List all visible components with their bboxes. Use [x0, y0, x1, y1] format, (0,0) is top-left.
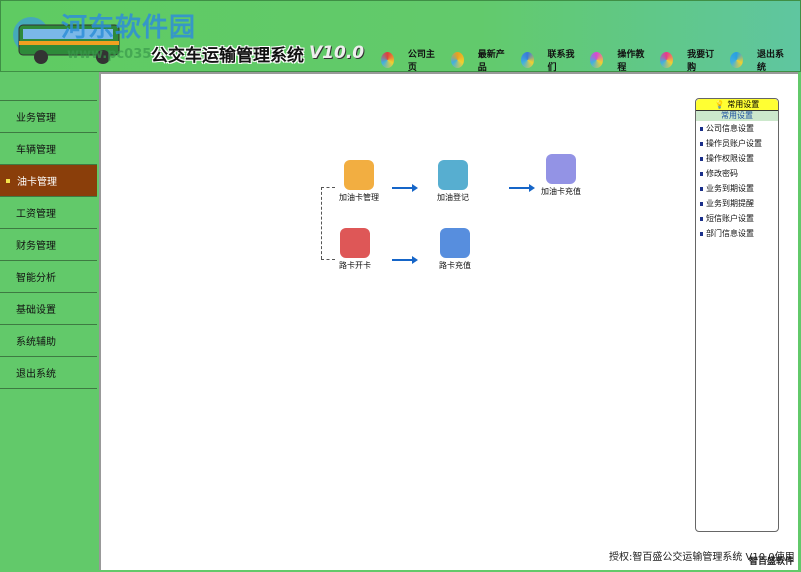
car-icon: [438, 160, 468, 190]
nav-item[interactable]: 公司主页: [381, 47, 437, 73]
nav-item[interactable]: 退出系统: [730, 47, 786, 73]
flow-node[interactable]: 加油卡充值: [541, 154, 581, 197]
panel-link[interactable]: 部门信息设置: [696, 226, 778, 241]
bullet-icon: [700, 216, 703, 221]
active-marker-icon: [6, 178, 10, 183]
common-settings-panel: 💡 常用设置 常用设置 公司信息设置 操作员账户设置 操作权限设置 修改密码 业务到期设…: [695, 98, 779, 532]
sidebar-item[interactable]: 业务管理: [0, 101, 97, 133]
flow-arrow: [509, 184, 535, 192]
link-icon: [520, 52, 534, 68]
nav-item[interactable]: 最新产品: [450, 47, 507, 73]
notepad-icon: [546, 154, 576, 184]
panel-link[interactable]: 公司信息设置: [696, 121, 778, 136]
footer-brand: 智百盛软件: [749, 557, 795, 567]
top-nav: 公司主页 最新产品 联系我们 操作教程 我要订购 退出系统: [381, 47, 800, 73]
flow-arrow: [392, 256, 418, 264]
sidebar-item[interactable]: 车辆管理: [0, 133, 97, 165]
flow-node[interactable]: 路卡开卡: [339, 228, 371, 271]
panel-subtitle: 常用设置: [696, 111, 778, 121]
flow-node[interactable]: 路卡充值: [439, 228, 471, 271]
color-wheel-icon: [660, 52, 674, 68]
panel-link[interactable]: 短信账户设置: [696, 211, 778, 226]
coins-icon: [344, 160, 374, 190]
flow-arrow: [392, 184, 418, 192]
calendar-icon: [340, 228, 370, 258]
panel-link[interactable]: 修改密码: [696, 166, 778, 181]
panel-link[interactable]: 操作员账户设置: [696, 136, 778, 151]
star-icon: [590, 52, 604, 68]
sidebar-item[interactable]: 财务管理: [0, 229, 97, 261]
sidebar: 业务管理 车辆管理 油卡管理 工资管理 财务管理 智能分析 基础设置 系统辅助 退出系统: [0, 100, 97, 389]
flow-node[interactable]: 加油卡管理: [339, 160, 379, 203]
bullet-icon: [700, 141, 703, 146]
bullet-icon: [700, 126, 703, 131]
bullet-icon: [700, 186, 703, 191]
lightbulb-icon: 💡: [714, 100, 725, 109]
flower-icon: [450, 52, 464, 68]
panel-title: 💡 常用设置: [696, 99, 778, 111]
search-icon: [730, 52, 743, 68]
nav-item[interactable]: 我要订购: [660, 47, 716, 73]
sidebar-item[interactable]: 基础设置: [0, 293, 97, 325]
panel-link[interactable]: 业务到期设置: [696, 181, 778, 196]
pen-icon: [440, 228, 470, 258]
flow-node[interactable]: 加油登记: [437, 160, 469, 203]
bullet-icon: [700, 171, 703, 176]
panel-link[interactable]: 业务到期提醒: [696, 196, 778, 211]
watermark: 河东软件园: [61, 13, 197, 43]
header: 河东软件园 www.pc0359.cn 公交车运输管理系统 V10.0 公司主页…: [0, 0, 801, 73]
main-panel: 加油卡管理 加油登记 加油卡充值路卡开卡 路卡充值 💡 常用设置 常用设置 公司信息设…: [99, 72, 798, 570]
sidebar-item[interactable]: 智能分析: [0, 261, 97, 293]
panel-link[interactable]: 操作权限设置: [696, 151, 778, 166]
sidebar-item[interactable]: 油卡管理: [0, 165, 97, 197]
nav-item[interactable]: 联系我们: [520, 47, 577, 73]
bullet-icon: [700, 201, 703, 206]
sidebar-item[interactable]: 退出系统: [0, 357, 97, 389]
app-version: V10.0: [309, 43, 365, 63]
sidebar-item[interactable]: 工资管理: [0, 197, 97, 229]
globe-icon: [381, 52, 394, 68]
bullet-icon: [700, 156, 703, 161]
bullet-icon: [700, 231, 703, 236]
sidebar-item[interactable]: 系统辅助: [0, 325, 97, 357]
app-title: 公交车运输管理系统: [151, 46, 304, 66]
nav-item[interactable]: 操作教程: [590, 47, 646, 73]
